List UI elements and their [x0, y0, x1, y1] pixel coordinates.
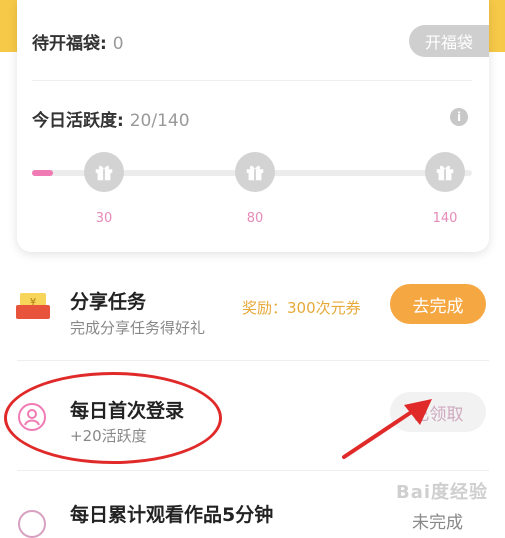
activity-value: 20/140 — [129, 111, 190, 131]
lucky-bag-count: 0 — [112, 34, 124, 54]
info-icon[interactable]: i — [450, 108, 468, 126]
gift-icon — [436, 165, 454, 181]
milestone-label: 80 — [246, 211, 264, 226]
divider — [17, 360, 489, 361]
milestone-gift-icon[interactable] — [425, 152, 465, 192]
annotation-arrow-icon — [342, 399, 432, 459]
open-lucky-bag-button[interactable]: 开福袋 — [409, 25, 489, 57]
milestone-label: 30 — [95, 211, 113, 226]
activity-card: 待开福袋: 0 开福袋 今日活跃度: 20/140 i 30 80 140 — [17, 0, 489, 252]
activity-label: 今日活跃度: 20/140 — [32, 111, 190, 131]
gift-icon — [95, 165, 113, 181]
annotation-highlight-ellipse — [4, 372, 222, 464]
divider — [17, 470, 489, 471]
watermark: Bai度经验 — [396, 482, 489, 503]
milestone-gift-icon[interactable] — [235, 152, 275, 192]
divider — [32, 80, 472, 81]
milestone-label: 140 — [432, 211, 458, 226]
task-reward: 奖励：300次元券 — [242, 299, 361, 317]
gift-icon — [246, 165, 264, 181]
task-subtitle-share: 完成分享任务得好礼 — [70, 319, 206, 337]
go-complete-button[interactable]: 去完成 — [390, 284, 486, 324]
coupon-icon: ¥ — [16, 293, 50, 319]
task-title-share: 分享任务 — [70, 291, 147, 313]
clock-icon — [18, 510, 46, 538]
activity-progress-fill — [32, 170, 53, 176]
milestone-gift-icon[interactable] — [84, 152, 124, 192]
incomplete-status[interactable]: 未完成 — [412, 508, 463, 533]
lucky-bag-label: 待开福袋: 0 — [32, 34, 124, 54]
svg-text:¥: ¥ — [30, 297, 36, 308]
task-title-watch: 每日累计观看作品5分钟 — [70, 504, 274, 526]
